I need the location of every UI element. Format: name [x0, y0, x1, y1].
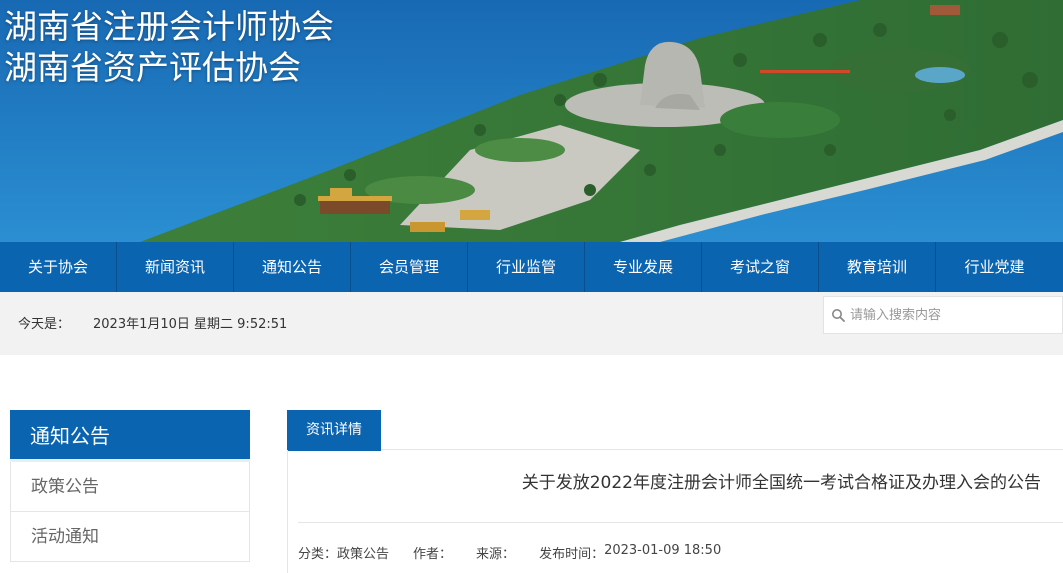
site-title-line1: 湖南省注册会计师协会: [4, 7, 334, 46]
main-area: 通知公告 政策公告 活动通知 资讯详情 关于发放2022年度注册会计师全国统一考…: [0, 355, 1063, 573]
nav-item-members[interactable]: 会员管理: [351, 242, 468, 292]
tab-row: 资讯详情: [287, 410, 1063, 451]
date-value: 2023年1月10日 星期二 9:52:51: [93, 317, 288, 332]
sidebar: 通知公告 政策公告 活动通知: [10, 410, 250, 562]
meta-source-label: 来源：: [476, 547, 516, 562]
nav-item-notices[interactable]: 通知公告: [234, 242, 351, 292]
sidebar-item-events[interactable]: 活动通知: [10, 512, 250, 562]
content-panel: 资讯详情 关于发放2022年度注册会计师全国统一考试合格证及办理入会的公告 分类…: [287, 410, 1063, 573]
divider: [298, 522, 1063, 523]
search-box[interactable]: [823, 296, 1063, 334]
nav-item-training[interactable]: 教育培训: [819, 242, 936, 292]
nav-item-development[interactable]: 专业发展: [585, 242, 702, 292]
meta-category-label: 分类：: [298, 547, 338, 562]
article: 关于发放2022年度注册会计师全国统一考试合格证及办理入会的公告 分类： 政策公…: [287, 450, 1063, 573]
main-nav: 关于协会 新闻资讯 通知公告 会员管理 行业监管 专业发展 考试之窗 教育培训 …: [0, 242, 1063, 292]
date-bar: 今天是： 2023年1月10日 星期二 9:52:51: [0, 292, 1063, 355]
date-label: 今天是：: [18, 317, 71, 332]
search-input[interactable]: [850, 300, 1050, 330]
tab-details[interactable]: 资讯详情: [287, 410, 381, 451]
article-title: 关于发放2022年度注册会计师全国统一考试合格证及办理入会的公告: [521, 473, 1041, 493]
nav-item-party[interactable]: 行业党建: [936, 242, 1053, 292]
sidebar-heading: 通知公告: [10, 410, 250, 462]
meta-published-label: 发布时间：: [539, 547, 605, 562]
sidebar-item-policy[interactable]: 政策公告: [10, 462, 250, 512]
header-banner: 湖南省注册会计师协会 湖南省资产评估协会: [0, 0, 1063, 242]
meta-published-value: 2023-01-09 18:50: [604, 543, 722, 558]
search-icon[interactable]: [831, 308, 845, 322]
article-meta: 分类： 政策公告 作者： 来源： 发布时间： 2023-01-09 18:50: [298, 543, 721, 562]
nav-item-exams[interactable]: 考试之窗: [702, 242, 819, 292]
nav-item-about[interactable]: 关于协会: [0, 242, 117, 292]
nav-item-news[interactable]: 新闻资讯: [117, 242, 234, 292]
meta-author-label: 作者：: [413, 547, 453, 562]
site-title-line2: 湖南省资产评估协会: [4, 48, 301, 87]
nav-item-supervision[interactable]: 行业监管: [468, 242, 585, 292]
meta-category-value: 政策公告: [337, 547, 390, 562]
site-title: 湖南省注册会计师协会 湖南省资产评估协会: [4, 6, 334, 88]
